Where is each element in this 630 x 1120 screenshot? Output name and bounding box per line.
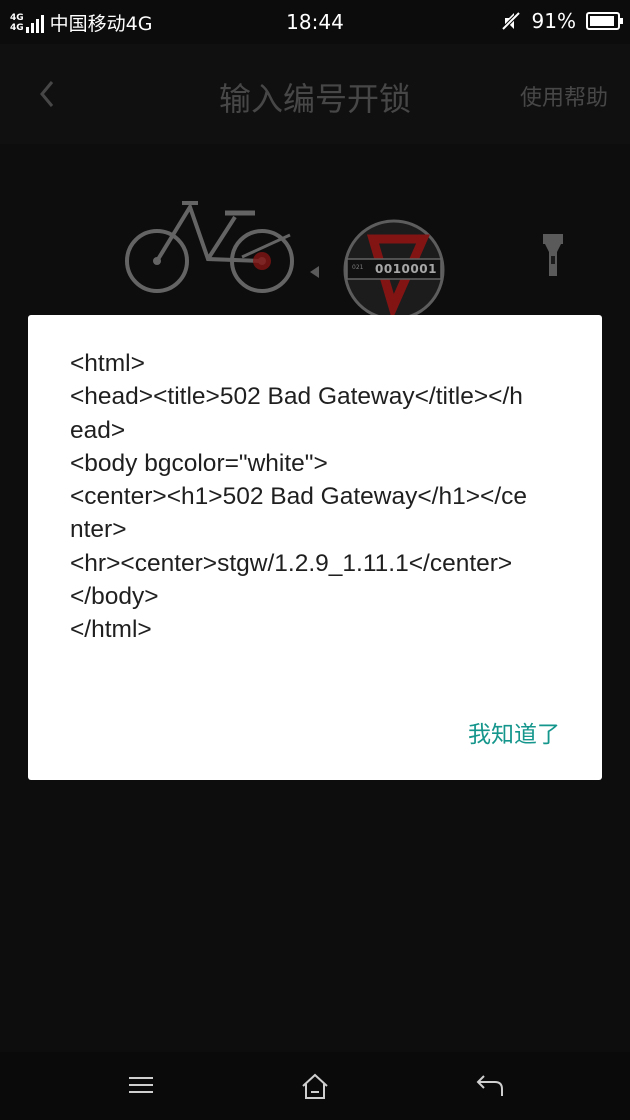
navigation-bar — [0, 1052, 630, 1120]
status-bar: 4G 4G 中国移动4G 18:44 91% — [0, 0, 630, 44]
battery-percent: 91% — [531, 9, 576, 33]
battery-icon — [586, 12, 623, 30]
home-icon[interactable] — [300, 1072, 330, 1100]
back-nav-icon[interactable] — [475, 1072, 505, 1098]
status-right: 91% — [500, 9, 623, 33]
mute-icon — [501, 11, 520, 31]
dialog-message: <html> <head><title>502 Bad Gateway</tit… — [70, 350, 528, 644]
confirm-button[interactable]: 我知道了 — [468, 715, 560, 749]
menu-icon[interactable] — [127, 1072, 155, 1098]
error-dialog: <html> <head><title>502 Bad Gateway</tit… — [28, 315, 602, 780]
